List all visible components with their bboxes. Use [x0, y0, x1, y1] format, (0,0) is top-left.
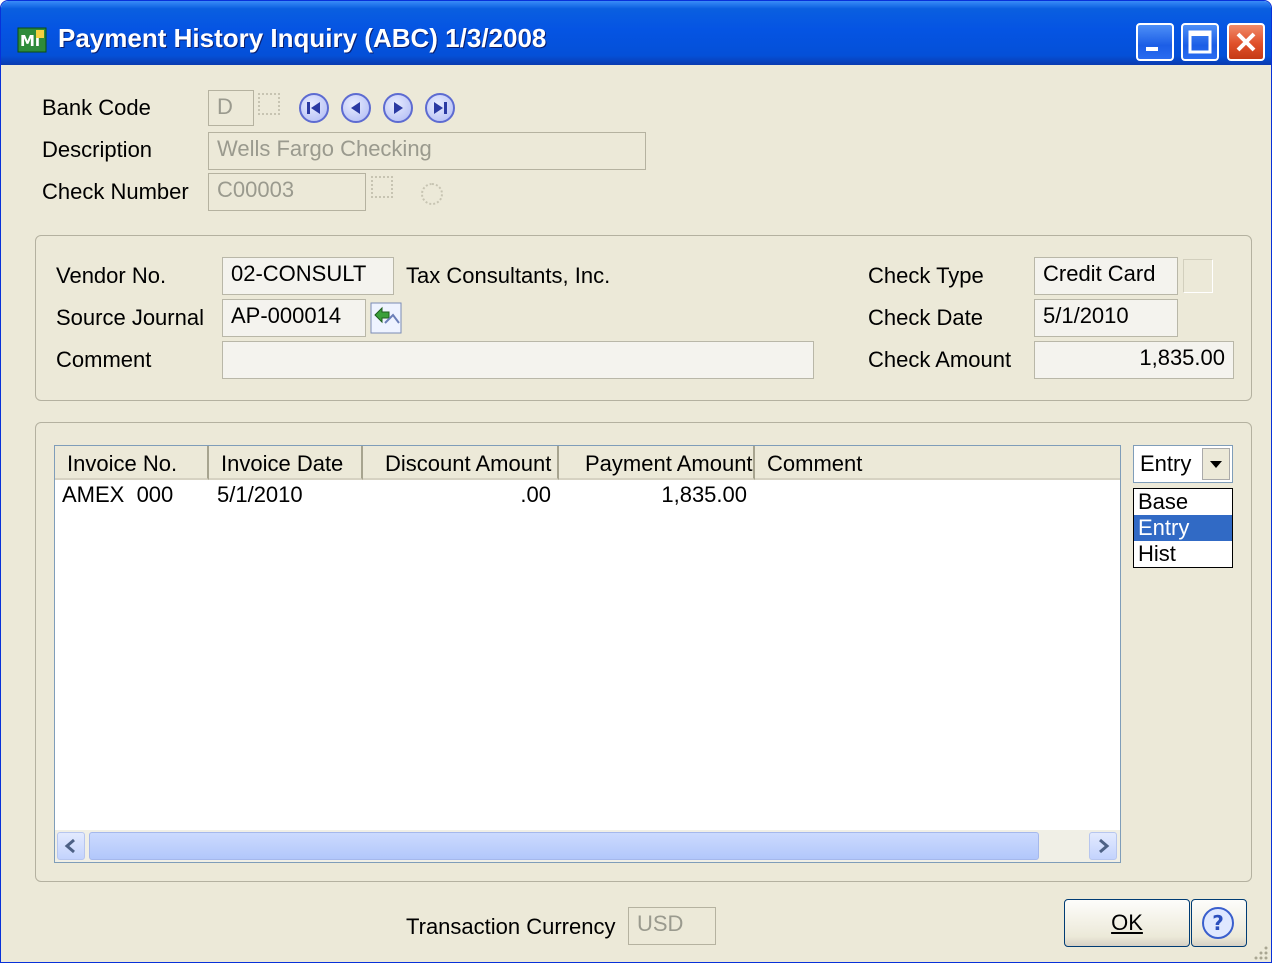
- view-options-list[interactable]: Base Entry Hist: [1133, 488, 1233, 568]
- last-record-button[interactable]: [425, 93, 455, 123]
- comment-field[interactable]: [222, 341, 814, 379]
- maximize-icon: [1188, 30, 1212, 54]
- chevron-down-icon: [1210, 461, 1222, 468]
- check-number-lookup-icon[interactable]: [371, 176, 393, 198]
- next-record-icon: [394, 102, 403, 114]
- view-option-base[interactable]: Base: [1134, 489, 1232, 515]
- check-type-checkbox[interactable]: [1183, 259, 1213, 293]
- check-number-field[interactable]: C00003: [208, 173, 366, 211]
- bank-code-field[interactable]: D: [208, 90, 254, 126]
- check-date-label: Check Date: [868, 305, 983, 330]
- resize-grip-icon[interactable]: [1253, 945, 1269, 961]
- close-button[interactable]: [1227, 23, 1265, 61]
- view-select[interactable]: Entry: [1133, 445, 1233, 483]
- vendor-no-field[interactable]: 02-CONSULT: [222, 257, 394, 295]
- horizontal-scrollbar[interactable]: [55, 830, 1120, 862]
- bank-code-label: Bank Code: [42, 95, 151, 120]
- row-invoice-date[interactable]: 5/1/2010: [217, 482, 303, 508]
- invoice-grid[interactable]: Invoice No. Invoice Date Discount Amount…: [54, 445, 1121, 863]
- check-number-settings-icon[interactable]: [421, 183, 443, 205]
- view-option-entry[interactable]: Entry: [1134, 515, 1232, 541]
- vendor-no-label: Vendor No.: [56, 263, 167, 288]
- view-select-dropdown-button[interactable]: [1202, 448, 1230, 480]
- check-amount-label: Check Amount: [868, 347, 1012, 372]
- check-type-label: Check Type: [868, 263, 984, 288]
- minimize-icon: [1146, 47, 1158, 51]
- last-record-icon: [434, 102, 447, 114]
- view-select-value: Entry: [1140, 451, 1192, 476]
- transaction-currency-field[interactable]: USD: [628, 907, 716, 945]
- help-button[interactable]: ?: [1191, 899, 1247, 947]
- check-amount-field[interactable]: 1,835.00: [1034, 341, 1234, 379]
- first-record-button[interactable]: [299, 93, 329, 123]
- scroll-right-icon: [1099, 838, 1110, 854]
- bank-code-lookup-icon[interactable]: [258, 93, 280, 115]
- help-icon: ?: [1202, 907, 1234, 939]
- description-label: Description: [42, 137, 153, 162]
- column-header-discount-amount[interactable]: Discount Amount: [363, 446, 559, 480]
- view-option-hist[interactable]: Hist: [1134, 541, 1232, 567]
- ok-button[interactable]: OK: [1064, 899, 1190, 947]
- minimize-button[interactable]: [1136, 23, 1174, 61]
- row-payment-amount[interactable]: 1,835.00: [559, 482, 747, 508]
- drill-down-icon[interactable]: [369, 301, 403, 335]
- column-header-payment-amount[interactable]: Payment Amount: [559, 446, 755, 480]
- next-record-button[interactable]: [383, 93, 413, 123]
- source-journal-label: Source Journal: [56, 305, 204, 330]
- close-icon: [1236, 32, 1256, 52]
- previous-record-button[interactable]: [341, 93, 371, 123]
- comment-label: Comment: [56, 347, 152, 372]
- column-header-invoice-date[interactable]: Invoice Date: [209, 446, 363, 480]
- row-invoice-no[interactable]: AMEX 000: [62, 482, 173, 508]
- check-type-field[interactable]: Credit Card: [1034, 257, 1178, 295]
- vendor-name: Tax Consultants, Inc.: [406, 263, 611, 288]
- check-number-label: Check Number: [42, 179, 189, 204]
- scroll-right-button[interactable]: [1089, 832, 1117, 860]
- column-header-comment[interactable]: Comment: [755, 446, 1120, 480]
- scroll-left-button[interactable]: [57, 832, 85, 860]
- column-header-invoice-no[interactable]: Invoice No.: [55, 446, 209, 480]
- window-title: Payment History Inquiry (ABC) 1/3/2008: [58, 23, 547, 53]
- check-date-field[interactable]: 5/1/2010: [1034, 299, 1178, 337]
- maximize-button[interactable]: [1181, 23, 1219, 61]
- row-discount-amount[interactable]: .00: [363, 482, 551, 508]
- scroll-left-icon: [64, 838, 75, 854]
- app-icon: Mi: [17, 27, 47, 53]
- ok-button-label: OK: [1111, 910, 1143, 935]
- title-bar: Mi Payment History Inquiry (ABC) 1/3/200…: [1, 1, 1271, 65]
- source-journal-field[interactable]: AP-000014: [222, 299, 366, 337]
- scroll-thumb[interactable]: [89, 832, 1039, 860]
- description-field[interactable]: Wells Fargo Checking: [208, 132, 646, 170]
- svg-text:?: ?: [1212, 911, 1224, 935]
- payment-history-window: Mi Payment History Inquiry (ABC) 1/3/200…: [0, 0, 1272, 963]
- transaction-currency-label: Transaction Currency: [406, 914, 616, 939]
- first-record-icon: [307, 102, 320, 114]
- previous-record-icon: [351, 102, 360, 114]
